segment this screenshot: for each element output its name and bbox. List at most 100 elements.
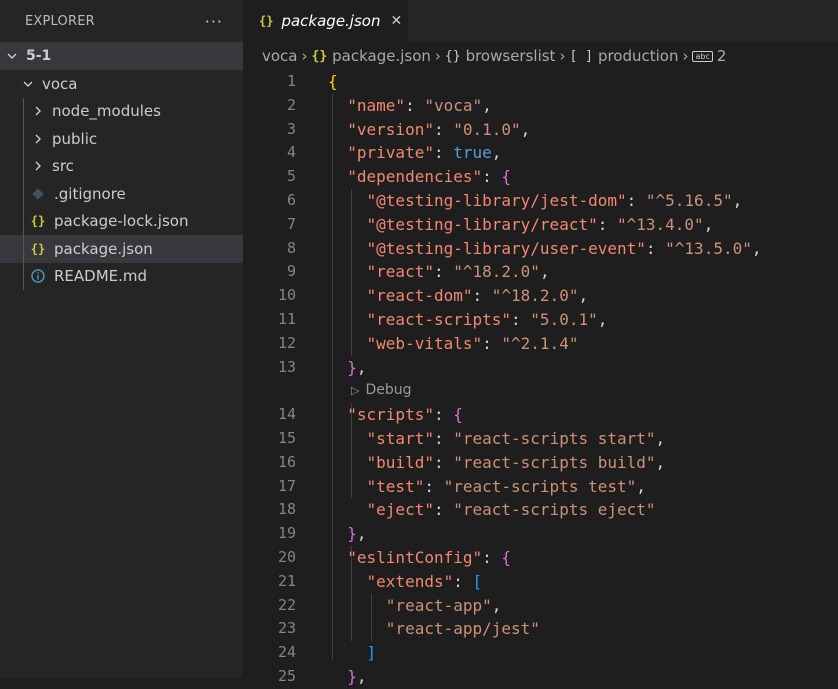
json-key: "@testing-library/react" [366, 214, 598, 234]
breadcrumb-item-voca[interactable]: voca [262, 47, 298, 65]
json-value: "react-scripts eject" [453, 500, 656, 520]
tree-item-label: voca [42, 74, 78, 93]
code-line: 18 "eject": "react-scripts eject" [243, 498, 838, 522]
tree-item-package-json[interactable]: {} package.json [0, 235, 243, 263]
code-line: 14 "scripts": { [243, 403, 838, 427]
json-key: "version" [347, 119, 434, 139]
tree-item-label: node_modules [52, 102, 161, 121]
codelens-row: ▷ Debug [243, 379, 838, 403]
json-value: "^13.4.0" [616, 214, 704, 234]
json-key: "react-scripts" [366, 309, 512, 329]
json-key: "dependencies" [347, 167, 483, 187]
json-key: "start" [366, 428, 434, 448]
tree-item-gitignore[interactable]: .gitignore [0, 180, 243, 208]
code-line: 17 "test": "react-scripts test", [243, 475, 838, 499]
codelens-label: Debug [365, 382, 412, 399]
code-line: 10 "react-dom": "^18.2.0", [243, 284, 838, 308]
tree-item-node-modules[interactable]: node_modules [0, 97, 243, 125]
tree-item-label: .gitignore [54, 184, 126, 203]
line-number: 22 [277, 595, 296, 614]
chevron-right-icon [30, 103, 46, 119]
json-value: "0.1.0" [453, 119, 521, 139]
breadcrumb-item-production[interactable]: [ ] production [569, 47, 678, 65]
breadcrumb-label: 2 [716, 47, 727, 65]
code-line: 4 "private": true, [243, 141, 838, 165]
line-number: 2 [286, 95, 296, 114]
tree-item-src[interactable]: src [0, 152, 243, 180]
json-value: "react-app/jest" [385, 619, 540, 639]
breadcrumb-item-file[interactable]: {} package.json [312, 47, 431, 65]
chevron-right-icon: › [434, 47, 441, 65]
tree-item-public[interactable]: public [0, 125, 243, 153]
object-icon: {} [444, 48, 461, 64]
code-line: 7 "@testing-library/react": "^13.4.0", [243, 213, 838, 237]
line-number: 15 [277, 428, 296, 447]
array-icon: [ ] [569, 48, 593, 64]
tab-bar: {} package.json ✕ [243, 0, 838, 42]
json-icon: {} [311, 48, 328, 64]
json-key: "web-vitals" [366, 333, 483, 353]
workspace-root[interactable]: 5-1 [0, 42, 243, 70]
breadcrumb-label: browserslist [465, 47, 556, 65]
explorer-title: EXPLORER [25, 13, 95, 29]
line-number: 19 [277, 524, 296, 543]
code-line: 5 "dependencies": { [243, 165, 838, 189]
line-number: 6 [286, 190, 296, 209]
indent-guide [23, 125, 24, 153]
chevron-right-icon: › [682, 47, 689, 65]
json-key: "@testing-library/user-event" [366, 238, 646, 258]
line-number: 21 [277, 571, 296, 590]
json-value: "react-app" [385, 595, 492, 615]
tree-item-package-lock[interactable]: {} package-lock.json [0, 207, 243, 235]
code-line: 6 "@testing-library/jest-dom": "^5.16.5"… [243, 189, 838, 213]
chevron-right-icon: › [301, 47, 308, 65]
json-key: "extends" [366, 571, 454, 591]
chevron-down-icon [4, 48, 20, 64]
info-icon [30, 269, 46, 283]
line-number: 24 [277, 643, 296, 662]
tree-item-readme[interactable]: README.md [0, 262, 243, 290]
breadcrumb-label: package.json [332, 47, 431, 65]
tree-item-voca[interactable]: voca [0, 70, 243, 98]
json-icon: {} [30, 214, 46, 229]
code-line: 8 "@testing-library/user-event": "^13.5.… [243, 237, 838, 261]
code-line: 16 "build": "react-scripts build", [243, 451, 838, 475]
code-line: 11 "react-scripts": "5.0.1", [243, 308, 838, 332]
json-key: "name" [347, 95, 406, 115]
tree-item-label: src [52, 157, 74, 176]
breadcrumb-label: production [597, 47, 679, 65]
tree-item-label: README.md [54, 267, 148, 286]
play-icon: ▷ [351, 384, 360, 398]
code-line: 13 }, [243, 356, 838, 380]
indent-guide [23, 97, 24, 125]
breadcrumb-item-2[interactable]: abc 2 [692, 47, 726, 65]
json-key: "@testing-library/jest-dom" [366, 190, 627, 210]
tab-package-json[interactable]: {} package.json ✕ [243, 0, 408, 42]
json-key: "test" [366, 476, 425, 496]
json-value: "^13.5.0" [665, 238, 752, 258]
json-key: "private" [347, 143, 434, 163]
line-number: 1 [286, 72, 296, 90]
line-number: 13 [277, 357, 296, 376]
tab-title: package.json [281, 12, 381, 30]
json-value: "^18.2.0" [453, 262, 540, 282]
code-line: 19 }, [243, 522, 838, 546]
code-line: 21 "extends": [ [243, 570, 838, 594]
breadcrumb-label: voca [262, 47, 298, 65]
json-value: "voca" [424, 95, 483, 115]
explorer-header: EXPLORER ··· [0, 0, 243, 42]
code-line: 20 "eslintConfig": { [243, 546, 838, 570]
string-icon: abc [692, 50, 713, 62]
json-key: "eject" [366, 500, 434, 520]
code-line: 1{ [243, 70, 838, 94]
json-value: "react-scripts build" [453, 452, 656, 472]
codelens-debug[interactable]: ▷ Debug [351, 379, 412, 403]
chevron-right-icon: › [559, 47, 566, 65]
json-value: "react-scripts test" [443, 476, 637, 496]
more-actions-icon[interactable]: ··· [205, 12, 223, 31]
breadcrumb-item-browserslist[interactable]: {} browserslist [445, 47, 556, 65]
explorer-sidebar: EXPLORER ··· 5-1 voca node_modules publi… [0, 0, 243, 678]
close-icon[interactable]: ✕ [390, 13, 402, 29]
code-editor[interactable]: 1{ 2 "name": "voca", 3 "version": "0.1.0… [243, 70, 838, 689]
indent-guide [23, 207, 24, 235]
